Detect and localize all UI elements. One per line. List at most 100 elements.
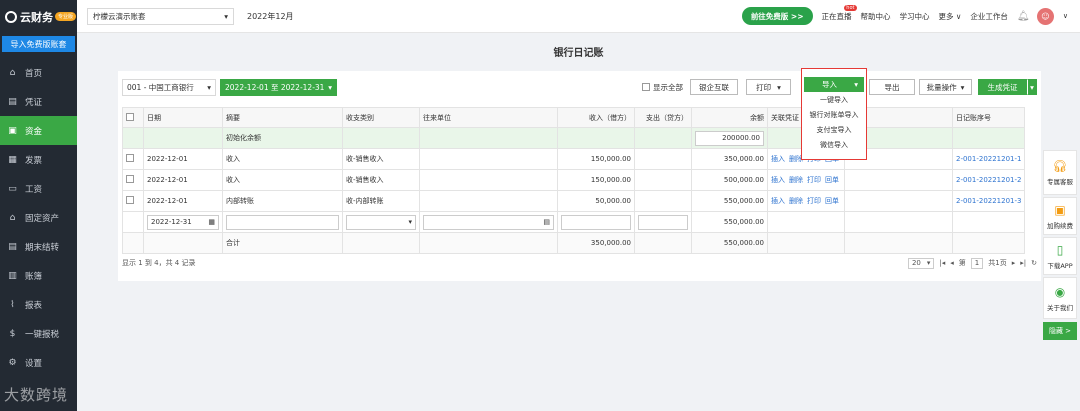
select-all-checkbox[interactable] xyxy=(126,112,134,121)
hide-floaters-button[interactable]: 隐藏 > xyxy=(1043,322,1077,340)
serial-cell[interactable]: 2-001-20221201-1 xyxy=(952,148,1025,170)
row-action-link[interactable]: 插入 xyxy=(771,155,785,163)
row-select-cell[interactable] xyxy=(122,190,144,212)
account-select[interactable]: 柠檬云演示账套 ▾ xyxy=(87,7,234,25)
initial-balance-cell[interactable]: 200000.00 xyxy=(691,127,768,149)
counterparty-input-cell[interactable]: ▤ xyxy=(419,211,558,233)
counterparty-input[interactable]: ▤ xyxy=(423,214,554,230)
next-page-icon[interactable]: ▸ xyxy=(1012,259,1016,267)
live-link[interactable]: 正在直播 hot xyxy=(821,4,857,22)
brand-logo[interactable]: 云财务 专业版 xyxy=(0,0,77,33)
enterprise-workbench-link[interactable]: 企业工作台 xyxy=(970,11,1008,22)
row-action-link[interactable]: 插入 xyxy=(771,197,785,205)
more-menu[interactable]: 更多 ∨ xyxy=(939,11,962,22)
live-link-label: 正在直播 xyxy=(821,11,852,21)
header-date: 日期 xyxy=(143,107,223,128)
sidebar-item-salary[interactable]: ▭ 工资 xyxy=(0,174,77,203)
avatar[interactable]: ☺ xyxy=(1036,7,1054,25)
expense-input[interactable] xyxy=(638,214,688,230)
calendar-icon[interactable]: ▦ xyxy=(208,218,215,226)
sidebar-item-fund[interactable]: ▣ 资金 xyxy=(0,116,77,145)
date-input-cell[interactable]: 2022-12-31 ▦ xyxy=(143,211,223,233)
row-action-link[interactable]: 回单 xyxy=(825,176,839,184)
first-page-icon[interactable]: |◂ xyxy=(939,259,945,267)
menu-item-wechat-import[interactable]: 微信导入 xyxy=(802,137,866,152)
sidebar-item-report[interactable]: ⌇ 报表 xyxy=(0,290,77,319)
bank-account-select[interactable]: 001 - 中国工商银行 ▾ xyxy=(122,78,216,96)
expense-input-cell[interactable] xyxy=(634,211,692,233)
export-button[interactable]: 导出 xyxy=(869,79,915,95)
brand-badge: 专业版 xyxy=(55,12,77,21)
category-select[interactable]: ▾ xyxy=(346,214,416,230)
sidebar-item-invoice[interactable]: ▦ 发票 xyxy=(0,145,77,174)
chevron-down-icon[interactable]: ∨ xyxy=(1063,12,1068,20)
table-row: 2022-12-01 收入 收-销售收入 150,000.00 500,000.00 插入… xyxy=(122,169,1025,191)
prev-page-icon[interactable]: ◂ xyxy=(950,259,954,267)
actions-cell xyxy=(844,211,953,233)
sidebar-item-home[interactable]: ⌂ 首页 xyxy=(0,58,77,87)
initial-balance-input[interactable]: 200000.00 xyxy=(695,130,764,146)
serial-cell[interactable]: 2-001-20221201-2 xyxy=(952,169,1025,191)
refresh-icon[interactable]: ↻ xyxy=(1031,259,1037,267)
buy-renew-widget[interactable]: ▣ 加购续费 xyxy=(1043,197,1077,235)
grid-picker-icon[interactable]: ▤ xyxy=(543,218,550,226)
import-label: 导入 xyxy=(822,80,837,89)
download-app-widget[interactable]: ▯ 下载APP xyxy=(1043,237,1077,275)
sidebar-item-tax[interactable]: $ 一键报税 xyxy=(0,319,77,348)
summary-input[interactable] xyxy=(226,214,339,230)
row-action-link[interactable]: 删除 xyxy=(789,197,803,205)
row-action-link[interactable]: 打印 xyxy=(807,197,821,205)
row-checkbox[interactable] xyxy=(126,154,134,162)
summary-cell: 内部转账 xyxy=(222,190,343,212)
print-button[interactable]: 打印 ▾ xyxy=(746,79,791,95)
generate-voucher-dropdown[interactable]: ▾ xyxy=(1027,79,1037,95)
generate-voucher-button[interactable]: 生成凭证 xyxy=(978,79,1027,95)
row-action-link[interactable]: 插入 xyxy=(771,176,785,184)
date-input[interactable]: 2022-12-31 ▦ xyxy=(147,214,219,230)
show-all-checkbox[interactable] xyxy=(642,83,650,91)
last-page-icon[interactable]: ▸| xyxy=(1020,259,1026,267)
menu-item-alipay-import[interactable]: 支付宝导入 xyxy=(802,122,866,137)
table-footer: 显示 1 到 4，共 4 记录 20 ▾ |◂ ◂ 第 1 共1页 ▸ ▸| ↻ xyxy=(122,257,1037,269)
import-free-account-button[interactable]: 导入免费版账套 xyxy=(2,36,75,52)
asset-icon: ⌂ xyxy=(9,212,16,223)
about-us-widget[interactable]: ◉ 关于我们 xyxy=(1043,277,1077,319)
income-input[interactable] xyxy=(561,214,631,230)
row-select-cell[interactable] xyxy=(122,148,144,170)
bank-link-button[interactable]: 银企互联 xyxy=(690,79,738,95)
bell-icon[interactable]: 🔔︎ xyxy=(1017,11,1030,22)
page-size-select[interactable]: 20 ▾ xyxy=(907,257,935,269)
sidebar-item-carry-over[interactable]: ▤ 期末结转 xyxy=(0,232,77,261)
date-range-select[interactable]: 2022-12-01 至 2022-12-31 ▾ xyxy=(220,78,337,96)
row-action-link[interactable]: 回单 xyxy=(825,197,839,205)
serial-cell[interactable]: 2-001-20221201-3 xyxy=(952,190,1025,212)
customer-service-widget[interactable]: 🎧︎ 专属客服 xyxy=(1043,150,1077,195)
show-all-toggle[interactable]: 显示全部 xyxy=(642,82,683,93)
home-icon: ⌂ xyxy=(9,67,16,78)
import-button[interactable]: 导入 ▾ xyxy=(804,77,864,92)
category-input-cell[interactable]: ▾ xyxy=(342,211,420,233)
live-badge: hot xyxy=(844,4,857,11)
income-input-cell[interactable] xyxy=(557,211,635,233)
row-checkbox[interactable] xyxy=(126,175,134,183)
sidebar-item-ledger[interactable]: ▥ 账簿 xyxy=(0,261,77,290)
menu-item-one-click-import[interactable]: 一键导入 xyxy=(802,92,866,107)
row-action-link[interactable]: 删除 xyxy=(789,176,803,184)
page-total: 共1页 xyxy=(988,259,1007,267)
menu-item-bank-statement-import[interactable]: 银行对账单导入 xyxy=(802,107,866,122)
page-prefix: 第 xyxy=(958,259,966,267)
summary-input-cell[interactable] xyxy=(222,211,343,233)
header-select-all[interactable] xyxy=(122,107,144,128)
sidebar-item-voucher[interactable]: ▤ 凭证 xyxy=(0,87,77,116)
batch-operation-button[interactable]: 批量操作 ▾ xyxy=(919,79,972,95)
learning-center-link[interactable]: 学习中心 xyxy=(900,11,930,22)
sidebar-item-asset[interactable]: ⌂ 固定资产 xyxy=(0,203,77,232)
row-action-link[interactable]: 打印 xyxy=(807,176,821,184)
help-center-link[interactable]: 帮助中心 xyxy=(861,11,891,22)
sidebar-item-settings[interactable]: ⚙ 设置 xyxy=(0,348,77,377)
row-select-cell[interactable] xyxy=(122,169,144,191)
go-free-version-button[interactable]: 前往免费版 >> xyxy=(741,7,813,25)
row-checkbox[interactable] xyxy=(126,196,134,204)
page-input[interactable]: 1 xyxy=(970,257,984,269)
ledger-icon: ▥ xyxy=(8,270,17,281)
